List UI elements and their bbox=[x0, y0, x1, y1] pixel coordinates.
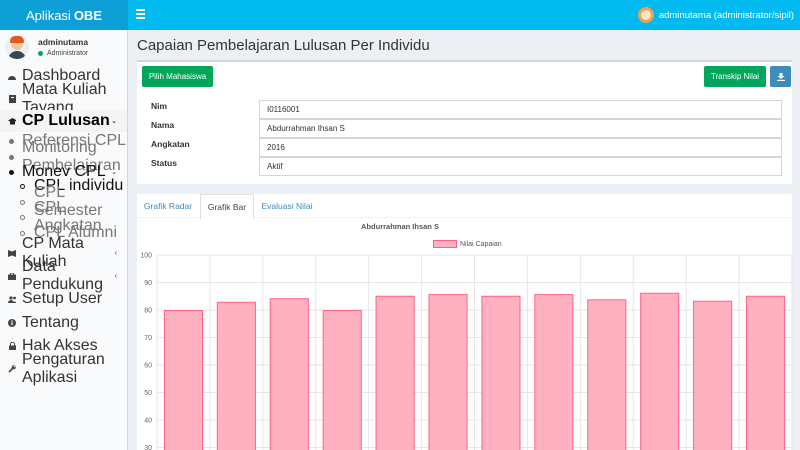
bar bbox=[216, 301, 256, 450]
bar bbox=[269, 298, 309, 450]
bar bbox=[693, 300, 733, 450]
bar bbox=[428, 294, 468, 450]
bar bbox=[481, 295, 521, 450]
y-tick-label: 100 bbox=[140, 253, 152, 260]
y-tick-label: 50 bbox=[144, 390, 152, 397]
y-tick-label: 80 bbox=[144, 308, 152, 315]
y-tick-label: 70 bbox=[144, 335, 152, 342]
bar bbox=[745, 295, 786, 450]
bar bbox=[640, 292, 680, 450]
bar-chart: 30 40 50 60 70 80 90 100 bbox=[140, 253, 793, 450]
bar bbox=[163, 310, 204, 450]
bar bbox=[587, 299, 627, 450]
y-tick-label: 90 bbox=[144, 280, 152, 287]
bar bbox=[375, 295, 415, 450]
y-tick-label: 40 bbox=[144, 418, 152, 425]
y-tick-label: 60 bbox=[144, 363, 152, 370]
bar bbox=[534, 294, 574, 450]
bar bbox=[322, 310, 362, 450]
y-tick-label: 30 bbox=[144, 445, 152, 450]
